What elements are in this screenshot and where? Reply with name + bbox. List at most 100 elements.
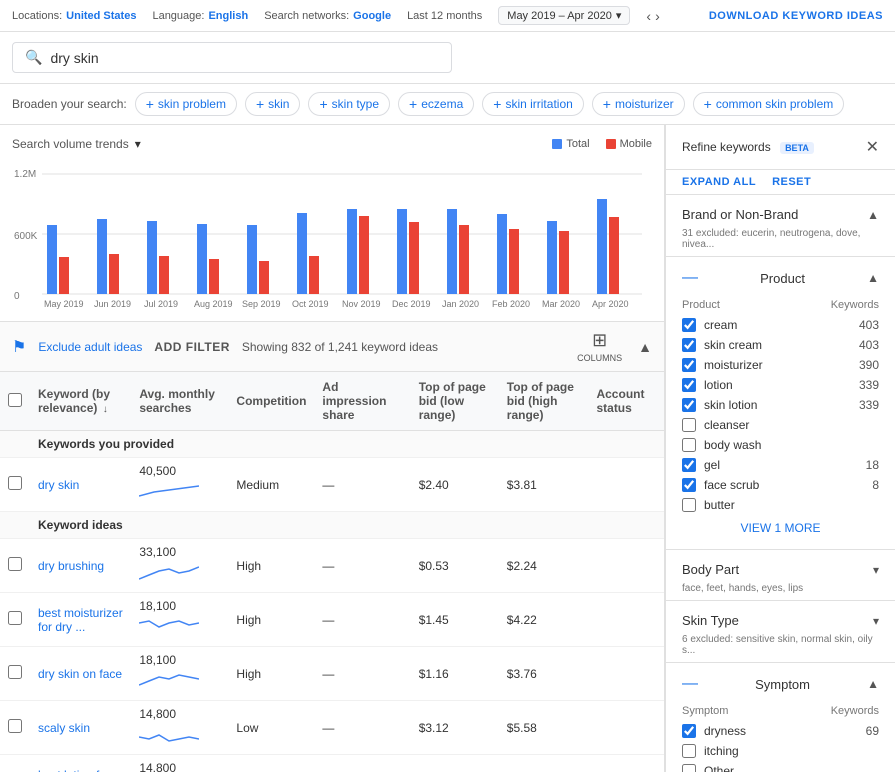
legend-total: Total xyxy=(552,138,589,150)
svg-text:Oct 2019: Oct 2019 xyxy=(292,299,329,309)
th-bid-low[interactable]: Top of page bid (low range) xyxy=(411,372,499,431)
filter-item-label-product-1: skin cream xyxy=(704,338,859,352)
view-more-product[interactable]: VIEW 1 MORE xyxy=(682,515,879,541)
th-competition[interactable]: Competition xyxy=(228,372,314,431)
th-account[interactable]: Account status xyxy=(588,372,664,431)
idea-row-checkbox-1[interactable] xyxy=(8,611,22,625)
network-value[interactable]: Google xyxy=(353,10,391,22)
date-label: Last 12 months xyxy=(407,10,482,22)
col-header-kw-product: Keywords xyxy=(831,299,879,311)
date-range-picker[interactable]: May 2019 – Apr 2020 ▾ xyxy=(498,6,630,25)
broaden-chip-0[interactable]: + skin problem xyxy=(135,92,237,116)
svg-text:Sep 2019: Sep 2019 xyxy=(242,299,281,309)
top-bar-right: DOWNLOAD KEYWORD IDEAS xyxy=(709,10,883,22)
idea-keyword-name-0[interactable]: dry brushing xyxy=(38,559,104,573)
idea-keyword-name-1[interactable]: best moisturizer for dry ... xyxy=(38,606,123,634)
col-header-kw-symptom: Keywords xyxy=(831,705,879,717)
filter-item-label-product-6: body wash xyxy=(704,438,879,452)
filter-checkbox-symptom-1[interactable] xyxy=(682,744,696,758)
filter-checkbox-product-0[interactable] xyxy=(682,318,696,332)
filter-checkbox-symptom-2[interactable] xyxy=(682,764,696,772)
legend-mobile: Mobile xyxy=(606,138,652,150)
filter-section-title-brand: Brand or Non-Brand xyxy=(682,207,798,222)
idea-keyword-name-2[interactable]: dry skin on face xyxy=(38,667,122,681)
table-header-row: Keyword (by relevance) ↓ Avg. monthly se… xyxy=(0,372,664,431)
language-value[interactable]: English xyxy=(208,10,248,22)
minus-icon-product[interactable]: — xyxy=(682,269,698,287)
filter-checkbox-product-3[interactable] xyxy=(682,378,696,392)
filter-checkbox-product-1[interactable] xyxy=(682,338,696,352)
broaden-chip-4[interactable]: + skin irritation xyxy=(482,92,584,116)
filter-checkbox-product-2[interactable] xyxy=(682,358,696,372)
svg-text:Feb 2020: Feb 2020 xyxy=(492,299,530,309)
minus-icon-symptom[interactable]: — xyxy=(682,675,698,693)
columns-button[interactable]: ⊞ COLUMNS xyxy=(577,330,622,363)
filter-item-count-symptom-0: 69 xyxy=(866,724,879,738)
col-header-label-symptom: Symptom xyxy=(682,705,728,717)
th-avg[interactable]: Avg. monthly searches xyxy=(131,372,228,431)
filter-item-product-0: cream 403 xyxy=(682,315,879,335)
location-value[interactable]: United States xyxy=(66,10,136,22)
next-arrow-icon[interactable]: › xyxy=(655,8,660,24)
filter-checkbox-product-5[interactable] xyxy=(682,418,696,432)
broaden-chip-6[interactable]: + common skin problem xyxy=(693,92,845,116)
keyword-table-wrap: Keyword (by relevance) ↓ Avg. monthly se… xyxy=(0,372,664,772)
filter-checkbox-product-6[interactable] xyxy=(682,438,696,452)
select-all-checkbox[interactable] xyxy=(8,393,22,407)
keyword-name-provided-0[interactable]: dry skin xyxy=(38,478,79,492)
filter-checkbox-symptom-0[interactable] xyxy=(682,724,696,738)
idea-avg-4: 14,800 xyxy=(131,755,228,772)
close-icon[interactable]: ✕ xyxy=(866,137,879,157)
filter-items-header-symptom: Symptom Keywords xyxy=(682,705,879,717)
chevron-icon-product: ▲ xyxy=(867,271,879,285)
filter-section-header-product[interactable]: —Product▲ xyxy=(666,257,895,299)
filter-item-label-symptom-0: dryness xyxy=(704,724,866,738)
broaden-chip-3[interactable]: + eczema xyxy=(398,92,474,116)
broaden-chip-1[interactable]: + skin xyxy=(245,92,301,116)
reset-button[interactable]: RESET xyxy=(772,176,811,188)
idea-avg-0: 33,100 xyxy=(131,539,228,593)
expand-all-button[interactable]: EXPAND ALL xyxy=(682,176,756,188)
collapse-button[interactable]: ▲ xyxy=(638,339,652,355)
th-impression[interactable]: Ad impression share xyxy=(314,372,410,431)
broaden-label: Broaden your search: xyxy=(12,97,127,111)
idea-impression-0: — xyxy=(314,539,410,593)
row-checkbox-0[interactable] xyxy=(8,476,22,490)
idea-bid-low-4: $3.00 xyxy=(411,755,499,772)
filter-checkbox-product-8[interactable] xyxy=(682,478,696,492)
filter-checkbox-product-7[interactable] xyxy=(682,458,696,472)
filter-icon: ⚑ xyxy=(12,337,26,357)
filter-checkbox-product-4[interactable] xyxy=(682,398,696,412)
table-row: scaly skin 14,800 Low — $3.12 $5.58 xyxy=(0,701,664,755)
idea-competition-2: High xyxy=(228,647,314,701)
chart-title[interactable]: Search volume trends xyxy=(12,137,129,151)
date-range-value: May 2019 – Apr 2020 xyxy=(507,10,612,22)
th-keyword[interactable]: Keyword (by relevance) ↓ xyxy=(30,372,131,431)
download-button[interactable]: DOWNLOAD KEYWORD IDEAS xyxy=(709,10,883,22)
search-input-wrap[interactable]: 🔍 xyxy=(12,42,452,73)
prev-arrow-icon[interactable]: ‹ xyxy=(646,8,651,24)
filter-item-product-4: skin lotion 339 xyxy=(682,395,879,415)
idea-keyword-name-4[interactable]: best lotion for dry skin xyxy=(38,768,110,772)
idea-row-checkbox-3[interactable] xyxy=(8,719,22,733)
search-input[interactable] xyxy=(50,50,439,66)
add-filter-button[interactable]: ADD FILTER xyxy=(154,340,229,354)
ideas-section-label: Keyword ideas xyxy=(30,512,664,539)
filter-checkbox-product-9[interactable] xyxy=(682,498,696,512)
filter-section-header-symptom[interactable]: —Symptom▲ xyxy=(666,663,895,705)
th-bid-high[interactable]: Top of page bid (high range) xyxy=(499,372,589,431)
idea-row-checkbox-2[interactable] xyxy=(8,665,22,679)
chevron-icon-bodypart: ▾ xyxy=(873,563,879,577)
idea-bid-low-2: $1.16 xyxy=(411,647,499,701)
network-item: Search networks: Google xyxy=(264,10,391,22)
exclude-adult-link[interactable]: Exclude adult ideas xyxy=(38,340,142,354)
language-item: Language: English xyxy=(152,10,248,22)
filter-items-header-product: ProductKeywords xyxy=(682,299,879,311)
idea-avg-3: 14,800 xyxy=(131,701,228,755)
location-label: Locations: xyxy=(12,10,62,22)
avg-monthly-0: 40,500 xyxy=(131,458,228,512)
idea-row-checkbox-0[interactable] xyxy=(8,557,22,571)
broaden-chip-2[interactable]: + skin type xyxy=(308,92,390,116)
idea-keyword-name-3[interactable]: scaly skin xyxy=(38,721,90,735)
broaden-chip-5[interactable]: + moisturizer xyxy=(592,92,685,116)
